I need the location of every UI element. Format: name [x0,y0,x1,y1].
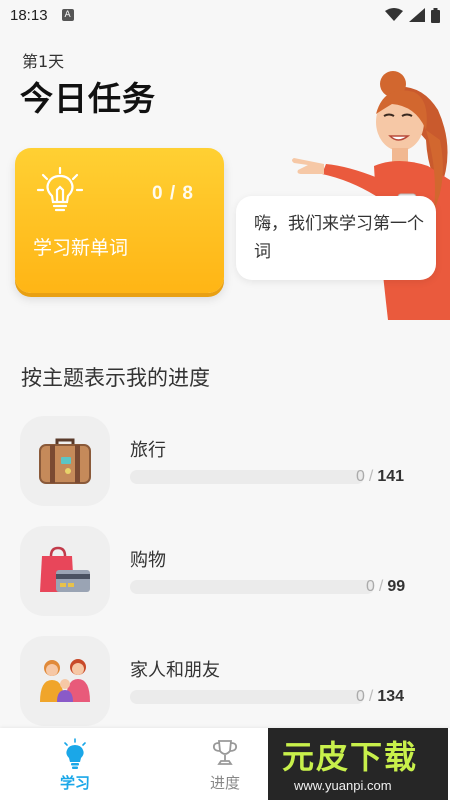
status-bar: 18:13 A [0,0,450,30]
topic-count: 0/134 [356,688,404,706]
topic-separator: / [368,468,374,485]
topic-done: 0 [356,688,365,705]
lightbulb-icon [36,166,84,212]
wifi-icon [385,8,403,21]
day-label: 第1天 [22,52,65,71]
topic-tile [20,636,110,726]
teacher-illustration [292,71,450,320]
tab-progress[interactable]: 进度 [185,728,265,800]
watermark-logo: 元皮下载 www.yuanpi.com [268,728,448,800]
signal-icon [409,8,425,22]
learn-new-words-card[interactable] [15,148,224,293]
topic-name: 购物 [130,550,166,571]
trophy-icon [212,740,238,765]
task-count: 0 / 8 [152,183,194,204]
shopping-bag-icon [40,546,90,592]
topic-travel[interactable]: 旅行 0/141 [20,416,440,508]
lightbulb-icon [64,738,86,769]
section-title: 按主题表示我的进度 [21,366,210,390]
topic-count: 0/99 [366,578,405,596]
notification-icon: A [61,9,74,21]
topic-tile [20,416,110,506]
topic-total: 141 [377,468,405,485]
watermark-title: 元皮下载 [282,738,419,776]
topic-total: 134 [377,688,405,705]
topic-family-friends[interactable]: 家人和朋友 0/134 [20,636,440,728]
topic-done: 0 [366,578,375,595]
topic-progress-bar [130,580,374,594]
topic-tile [20,526,110,616]
topic-done: 0 [356,468,365,485]
topic-progress-bar [130,470,364,484]
tab-label: 进度 [209,774,240,792]
status-time: 18:13 [10,6,48,24]
topic-count: 0/141 [356,468,404,486]
tab-label: 学习 [59,774,90,792]
topic-separator: / [378,578,384,595]
topic-name: 家人和朋友 [130,660,220,681]
speech-bubble: 嗨，我们来学习第一个词 [236,196,436,280]
topic-name: 旅行 [130,440,166,461]
topic-progress-bar [130,690,364,704]
topic-shopping[interactable]: 购物 0/99 [20,526,440,618]
task-label: 学习新单词 [33,237,129,259]
family-icon [40,659,90,702]
topic-separator: / [368,688,374,705]
tab-study[interactable]: 学习 [35,728,115,800]
topic-total: 99 [387,578,406,595]
watermark-url: www.yuanpi.com [294,778,392,793]
page-title: 今日任务 [20,79,156,118]
suitcase-icon [39,438,91,484]
battery-icon [431,7,440,23]
